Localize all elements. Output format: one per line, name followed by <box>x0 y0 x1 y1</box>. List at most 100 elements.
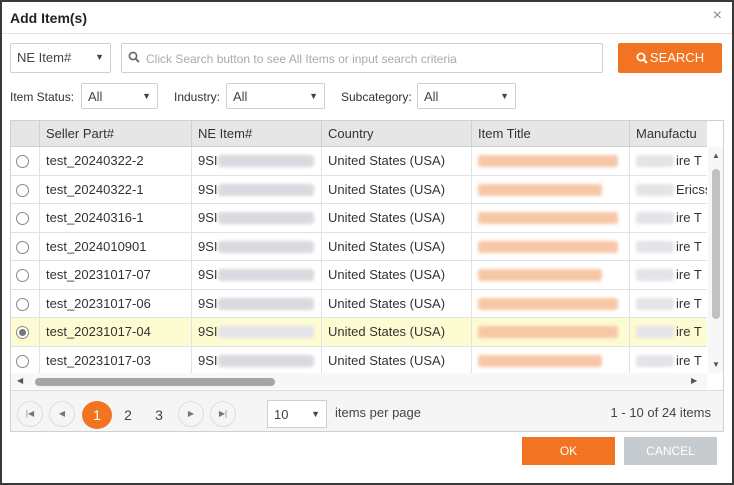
scroll-down-icon[interactable]: ▼ <box>712 360 720 369</box>
cell-ne-item: 9SI <box>191 346 321 373</box>
ne-item-prefix: 9SI <box>198 153 218 168</box>
cell-item-title[interactable] <box>471 289 629 318</box>
item-status-select[interactable]: All ▼ <box>81 83 158 109</box>
vertical-scroll-thumb[interactable] <box>712 169 720 319</box>
redacted-item-title-link[interactable] <box>478 183 602 196</box>
cell-item-title[interactable] <box>471 232 629 261</box>
industry-select[interactable]: All ▼ <box>226 83 325 109</box>
manufacturer-suffix: ire T <box>676 210 702 225</box>
ne-item-prefix: 9SI <box>198 295 218 311</box>
dialog-titlebar: Add Item(s) × <box>2 2 732 34</box>
search-button-label: SEARCH <box>649 50 705 65</box>
redacted-item-title-link[interactable] <box>478 155 618 167</box>
table-row[interactable]: test_20240322-2 9SI United States (USA) ire… <box>11 147 707 176</box>
row-radio-button[interactable] <box>16 269 29 282</box>
scroll-up-icon[interactable]: ▲ <box>712 151 720 160</box>
cell-ne-item: 9SI <box>191 261 321 289</box>
last-page-icon[interactable]: ▶| <box>210 401 236 427</box>
row-radio-button[interactable] <box>16 297 29 311</box>
pager-summary: 1 - 10 of 24 items <box>610 405 711 420</box>
redacted-item-title-link[interactable] <box>478 240 618 253</box>
redacted-manufacturer <box>636 183 674 196</box>
cell-item-title[interactable] <box>471 204 629 232</box>
redacted-manufacturer <box>636 354 674 367</box>
redacted-item-title-link[interactable] <box>478 212 618 224</box>
search-type-select[interactable]: NE Item# ▼ <box>10 43 111 73</box>
table-row[interactable]: test_20240322-1 9SI United States (USA) Eri… <box>11 175 707 204</box>
ok-button[interactable]: OK <box>522 437 615 465</box>
pager: |◀ ◀ 1 2 3 ▶ ▶| 10 ▼ items per page 1 - … <box>11 390 723 431</box>
table-row[interactable]: test_20231017-06 9SI United States (USA) ir… <box>11 289 707 318</box>
column-header-seller-part[interactable]: Seller Part# <box>39 121 191 147</box>
subcategory-value: All <box>424 89 439 104</box>
cell-manufacturer: Ericss <box>629 175 707 204</box>
scroll-left-icon[interactable]: ◀ <box>17 376 23 385</box>
subcategory-select[interactable]: All ▼ <box>417 83 516 109</box>
cell-item-title[interactable] <box>471 147 629 175</box>
redacted-manufacturer <box>636 269 674 281</box>
table-row[interactable]: test_20231017-04 9SI United States (USA) ir… <box>11 318 707 347</box>
column-header-item-title[interactable]: Item Title <box>471 121 629 147</box>
redacted-item-title-link[interactable] <box>478 326 618 338</box>
cell-country: United States (USA) <box>321 175 471 204</box>
row-radio-button[interactable] <box>16 155 29 168</box>
search-icon <box>128 51 140 63</box>
cell-item-title[interactable] <box>471 318 629 346</box>
ne-item-prefix: 9SI <box>198 210 218 225</box>
row-radio-button[interactable] <box>16 354 29 368</box>
cell-ne-item: 9SI <box>191 232 321 261</box>
horizontal-scrollbar[interactable]: ◀ ▶ <box>11 373 707 389</box>
cell-seller-part: test_20240322-2 <box>39 147 191 175</box>
table-row[interactable]: test_20240316-1 9SI United States (USA) ire… <box>11 204 707 233</box>
next-page-icon[interactable]: ▶ <box>178 401 204 427</box>
page-1[interactable]: 1 <box>82 401 112 429</box>
redacted-ne-item <box>218 269 314 281</box>
cell-country: United States (USA) <box>321 147 471 175</box>
prev-page-icon[interactable]: ◀ <box>49 401 75 427</box>
cell-ne-item: 9SI <box>191 204 321 232</box>
cell-seller-part: test_20231017-07 <box>39 261 191 289</box>
cell-manufacturer: ire T <box>629 318 707 346</box>
cell-item-title[interactable] <box>471 175 629 204</box>
scroll-right-icon[interactable]: ▶ <box>691 376 697 385</box>
close-icon[interactable]: × <box>713 7 722 25</box>
row-radio-button[interactable] <box>16 212 29 225</box>
redacted-item-title-link[interactable] <box>478 297 618 310</box>
row-radio-button[interactable] <box>16 240 29 254</box>
cell-manufacturer: ire T <box>629 289 707 318</box>
redacted-item-title-link[interactable] <box>478 269 602 281</box>
search-button[interactable]: SEARCH <box>618 43 722 73</box>
page-size-value: 10 <box>274 407 289 422</box>
table-row[interactable]: test_2024010901 9SI United States (USA) ire… <box>11 232 707 261</box>
cell-seller-part: test_20240322-1 <box>39 175 191 204</box>
chevron-down-icon: ▼ <box>142 91 151 101</box>
vertical-scrollbar[interactable]: ▲ ▼ <box>708 147 723 373</box>
table-row[interactable]: test_20231017-03 9SI United States (USA) ir… <box>11 346 707 373</box>
grid-header: Seller Part# NE Item# Country Item Title… <box>11 121 707 147</box>
ne-item-prefix: 9SI <box>198 352 218 368</box>
column-header-country[interactable]: Country <box>321 121 471 147</box>
horizontal-scroll-thumb[interactable] <box>35 378 275 386</box>
table-row[interactable]: test_20231017-07 9SI United States (USA) ir… <box>11 261 707 290</box>
page-size-select[interactable]: 10 ▼ <box>267 400 327 428</box>
redacted-ne-item <box>218 326 314 338</box>
row-radio-button[interactable] <box>16 183 29 197</box>
search-placeholder: Click Search button to see All Items or … <box>146 52 457 66</box>
cell-item-title[interactable] <box>471 261 629 289</box>
cell-item-title[interactable] <box>471 346 629 373</box>
ne-item-prefix: 9SI <box>198 324 218 339</box>
redacted-item-title-link[interactable] <box>478 354 602 367</box>
page-2[interactable]: 2 <box>113 401 143 429</box>
page-3[interactable]: 3 <box>144 401 174 429</box>
column-header-ne-item[interactable]: NE Item# <box>191 121 321 147</box>
first-page-icon[interactable]: |◀ <box>17 401 43 427</box>
industry-value: All <box>233 89 248 104</box>
row-radio-button[interactable] <box>16 326 29 339</box>
cell-country: United States (USA) <box>321 232 471 261</box>
dialog-title: Add Item(s) <box>10 10 87 26</box>
column-header-manufacturer[interactable]: Manufactu <box>629 121 707 147</box>
cancel-button[interactable]: CANCEL <box>624 437 717 465</box>
manufacturer-suffix: ire T <box>676 267 702 282</box>
chevron-down-icon: ▼ <box>95 52 104 62</box>
search-input[interactable]: Click Search button to see All Items or … <box>121 43 603 73</box>
